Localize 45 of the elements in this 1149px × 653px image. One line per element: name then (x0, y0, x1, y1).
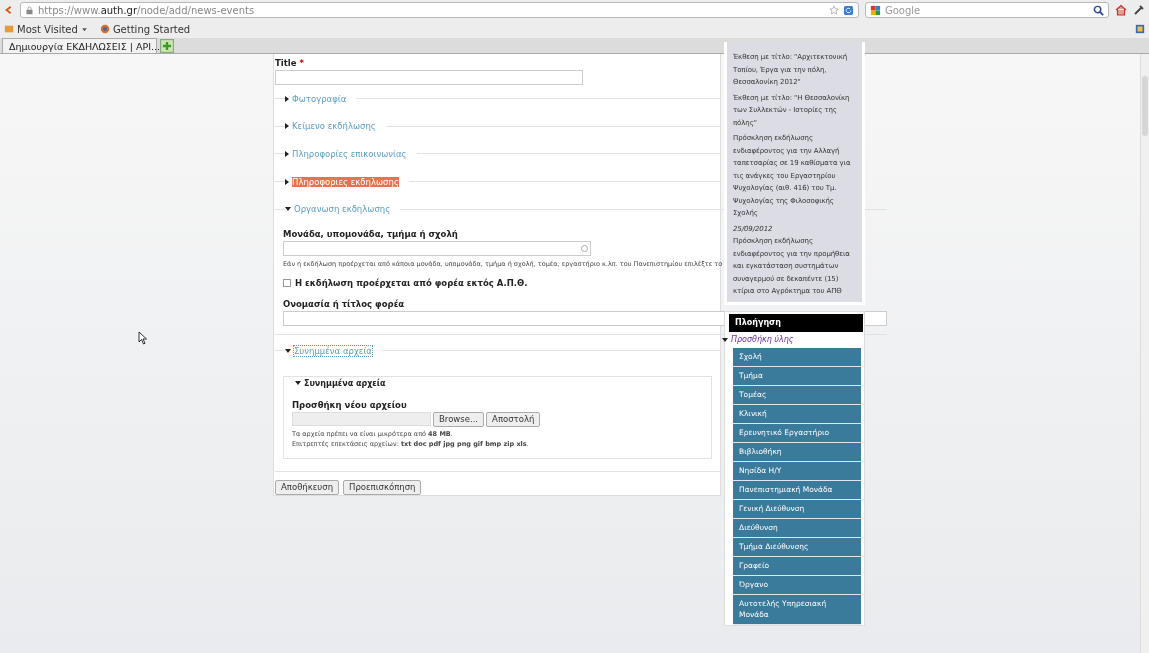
bookmark-link[interactable]: Getting Started (99, 23, 191, 35)
section-link[interactable]: Συνημμένα αρχεία (294, 345, 372, 356)
form-button[interactable]: Αποθήκευση (275, 479, 340, 495)
bookmark-link[interactable]: Most Visited (4, 23, 88, 35)
caret-icon (80, 25, 88, 33)
unit-label: Μονάδα, υπομονάδα, τμήμα ή σχολή (283, 228, 458, 239)
tools-icon[interactable] (1133, 4, 1145, 16)
browse-button[interactable]: Browse... (433, 411, 485, 427)
fieldset-legend[interactable]: Συνημμένα αρχεία (292, 378, 389, 388)
navigation-title: Πλοήγηση (729, 313, 863, 332)
reload-icon (843, 4, 854, 16)
section-link[interactable]: Πληροφορίες επικοινωνίας (292, 148, 407, 159)
file-label: Προσθήκη νέου αρχείου (292, 399, 407, 410)
title-label: Title * (275, 58, 304, 68)
unit-field[interactable] (283, 240, 591, 256)
address-field[interactable]: https://www.auth.gr/node/add/news-events (20, 2, 859, 18)
search-icon (1093, 4, 1104, 16)
checkbox-label: Η εκδήλωση προέρχεται από φορέα εκτός Α.Π.Θ. (295, 277, 528, 288)
spinner-icon (581, 244, 588, 252)
panel-icon (1135, 24, 1145, 34)
search-placeholder: Google (885, 4, 921, 16)
back-icon[interactable] (4, 4, 14, 16)
nav-group[interactable]: Προσθήκη ύλης (722, 331, 864, 348)
scrollbar[interactable] (1140, 54, 1149, 653)
title-field[interactable] (275, 70, 583, 85)
checkbox[interactable] (283, 278, 291, 287)
search-field[interactable]: Google (865, 2, 1109, 18)
browser-tab[interactable]: Δημιουργία ΕΚΔΗΛΩΣΕΙΣ | ΑΡΙ... (2, 38, 157, 53)
file-field[interactable] (292, 411, 431, 426)
globe-icon (99, 24, 110, 34)
name-label: Ονομασία ή τίτλος φορέα (283, 298, 405, 309)
cursor-icon (138, 331, 148, 345)
new-tab-icon[interactable] (160, 39, 174, 53)
home-icon[interactable] (1115, 4, 1127, 16)
folder-icon (4, 24, 14, 34)
url-text: https://www.auth.gr/node/add/news-events (38, 4, 255, 16)
lock-icon (25, 5, 34, 15)
form-button[interactable]: Προεπισκόπηση (343, 479, 422, 495)
upload-button[interactable]: Αποστολή (486, 411, 541, 427)
section-link[interactable]: Οργανωση εκδηλωσης (294, 204, 391, 215)
section-link[interactable]: Πληροφοριες εκδηλωσης (292, 176, 399, 187)
google-icon (870, 4, 881, 16)
section-link[interactable]: Κείμενο εκδήλωσης (292, 121, 376, 132)
section-link[interactable]: Φωτογραφία (292, 93, 347, 104)
star-icon (829, 5, 839, 15)
